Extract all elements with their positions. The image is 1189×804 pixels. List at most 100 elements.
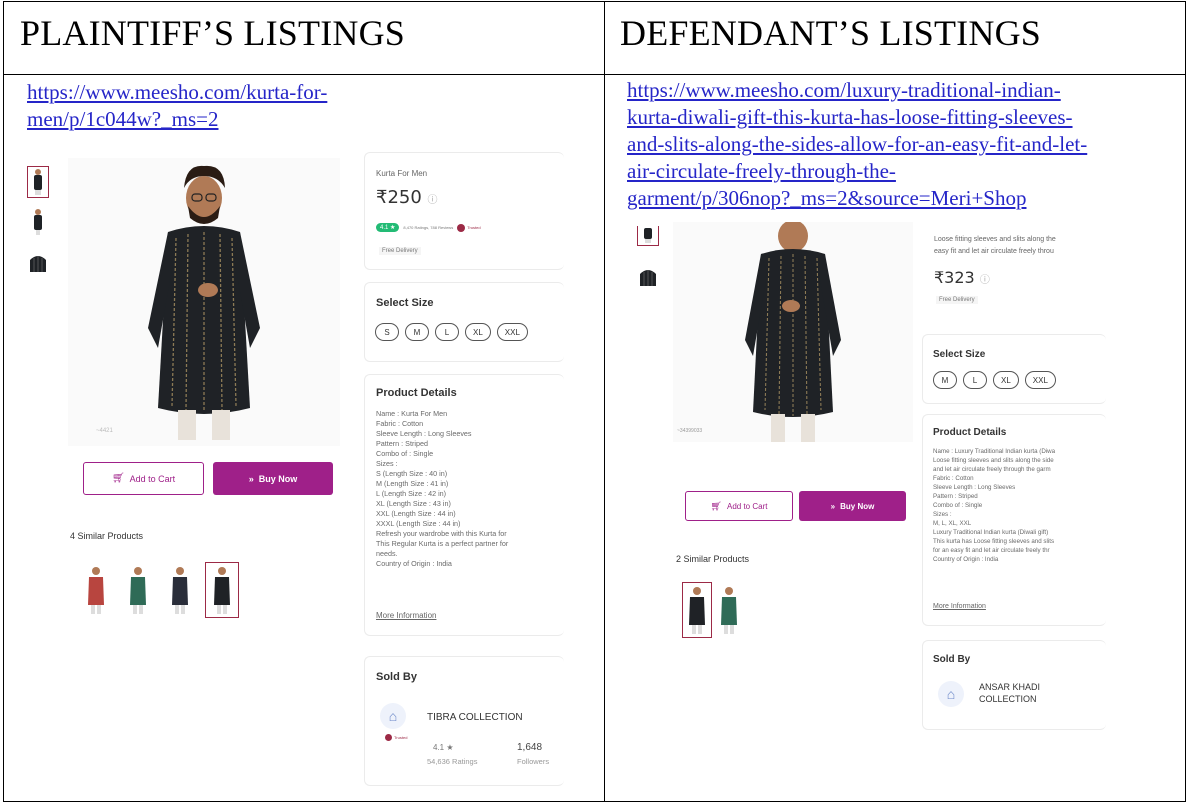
similar-product-green[interactable] <box>716 582 742 638</box>
image-caption: ~4421 <box>96 428 113 434</box>
add-to-cart-button[interactable]: 🛒︎ Add to Cart <box>685 491 793 521</box>
similar-product-red[interactable] <box>79 562 113 618</box>
info-icon: ⓘ <box>427 195 438 206</box>
trusted-label: Trusted <box>467 225 481 230</box>
more-information-link[interactable]: More Information <box>933 603 986 610</box>
defendant-details-card: Product Details Name : Luxury Traditiona… <box>922 414 1106 626</box>
product-details-title: Product Details <box>933 427 1007 438</box>
shield-icon <box>457 223 466 232</box>
similar-product-selected[interactable] <box>682 582 712 638</box>
detail-line: Loose fitting sleeves and slits along th… <box>933 457 1054 464</box>
rating-badge: 4.1 ★ <box>376 223 400 232</box>
size-xxl[interactable]: XXL <box>1024 371 1056 389</box>
ratings-reviews: 8,470 Ratings, 788 Reviews <box>403 225 454 230</box>
thumbnail-fabric[interactable] <box>637 260 659 292</box>
url-line[interactable]: men/p/1c044w?_ms=2 <box>27 106 327 133</box>
url-line[interactable]: https://www.meesho.com/kurta-for- <box>27 79 327 106</box>
more-information-link[interactable]: More Information <box>376 611 436 620</box>
detail-line: for an easy fit and let air circulate fr… <box>933 547 1050 554</box>
plaintiff-sold-by-card: Sold By ⌂ TIBRA COLLECTION Trusted 4.1 ★… <box>364 656 564 786</box>
product-details-text: Name : Luxury Traditional Indian kurta (… <box>933 447 1105 564</box>
plaintiff-size-card: Select Size S M L XL XXL <box>364 282 564 362</box>
defendant-listing-url[interactable]: https://www.meesho.com/luxury-traditiona… <box>627 77 1087 212</box>
shield-icon <box>385 734 392 741</box>
detail-line: Fabric : Cotton <box>933 475 974 482</box>
similar-products-list <box>682 582 742 638</box>
plaintiff-product-card: Kurta For Men ₹250 ⓘ 4.1 ★ 8,470 Ratings… <box>364 152 564 270</box>
thumbnail-front[interactable] <box>27 166 49 198</box>
size-options: M L XL XXL <box>933 371 1056 389</box>
select-size-title: Select Size <box>376 297 434 309</box>
desc-line: Loose fitting sleeves and slits along th… <box>934 236 1056 243</box>
table-header-divider <box>3 74 1186 75</box>
thumbnail-fabric[interactable] <box>27 246 49 278</box>
url-line[interactable]: air-circulate-freely-through-the- <box>627 158 1087 185</box>
detail-line: Pattern : Striped <box>376 439 428 448</box>
size-m[interactable]: M <box>933 371 957 389</box>
select-size-title: Select Size <box>933 349 986 360</box>
defendant-sold-by-card: Sold By ⌂ ANSAR KHADI COLLECTION <box>922 640 1106 730</box>
url-line[interactable]: and-slits-along-the-sides-allow-for-an-e… <box>627 131 1087 158</box>
kurta-closeup-icon <box>640 270 656 286</box>
size-l[interactable]: L <box>963 371 987 389</box>
detail-line: Refresh your wardrobe with this Kurta fo… <box>376 529 507 538</box>
detail-line: XXL (Length Size : 44 in) <box>376 509 456 518</box>
add-to-cart-label: Add to Cart <box>726 501 768 511</box>
price-value: ₹323 <box>934 268 975 287</box>
sold-by-title: Sold By <box>933 654 971 665</box>
detail-line: Luxury Traditional Indian kurta (Diwali … <box>933 529 1049 536</box>
detail-line: Sizes : <box>376 459 398 468</box>
detail-line: Name : Kurta For Men <box>376 409 448 418</box>
price-value: ₹250 <box>376 187 422 208</box>
url-line[interactable]: https://www.meesho.com/luxury-traditiona… <box>627 77 1087 104</box>
product-price: ₹250 ⓘ <box>376 187 438 208</box>
url-line[interactable]: garment/p/306nop?_ms=2&source=Meri+Shop <box>627 185 1087 212</box>
buy-now-button[interactable]: » Buy Now <box>799 491 906 521</box>
trusted-badge: Trusted <box>457 223 481 232</box>
defendant-size-card: Select Size M L XL XXL <box>922 334 1106 404</box>
buy-now-label: Buy Now <box>840 501 875 511</box>
detail-line: XL (Length Size : 43 in) <box>376 499 451 508</box>
sold-by-title: Sold By <box>376 671 417 683</box>
kurta-green-icon <box>721 587 737 634</box>
kurta-black-icon <box>214 567 230 614</box>
cart-icon: 🛒︎ <box>710 500 722 511</box>
kurta-thumb-icon <box>34 169 42 195</box>
detail-line: This kurta has Loose fitting sleeves and… <box>933 538 1055 545</box>
thumbnail-side[interactable] <box>27 206 49 238</box>
size-xl[interactable]: XL <box>465 323 491 341</box>
seller-name[interactable]: ANSAR KHADI COLLECTION <box>979 681 1040 705</box>
product-price: ₹323 ⓘ <box>934 268 990 287</box>
size-l[interactable]: L <box>435 323 459 341</box>
detail-line: XXXL (Length Size : 44 in) <box>376 519 461 528</box>
detail-line: This Regular Kurta is a perfect partner … <box>376 539 509 548</box>
buy-now-label: Buy Now <box>258 473 298 484</box>
similar-products-title: 4 Similar Products <box>70 531 144 541</box>
detail-line: Sizes : <box>933 511 952 518</box>
size-xxl[interactable]: XXL <box>496 323 528 341</box>
add-to-cart-label: Add to Cart <box>129 473 176 484</box>
detail-line: M (Length Size : 41 in) <box>376 479 449 488</box>
size-xl[interactable]: XL <box>993 371 1019 389</box>
plaintiff-listing-url[interactable]: https://www.meesho.com/kurta-for- men/p/… <box>27 79 327 133</box>
product-name: Kurta For Men <box>376 169 428 178</box>
size-m[interactable]: M <box>405 323 429 341</box>
defendant-product-card: Loose fitting sleeves and slits along th… <box>928 222 1106 320</box>
seller-name[interactable]: TIBRA COLLECTION <box>427 712 523 723</box>
defendant-thumbnail-list <box>637 226 659 292</box>
cart-icon: 🛒︎ <box>111 473 125 484</box>
seller-trusted-badge: Trusted <box>385 734 407 741</box>
similar-product-selected[interactable] <box>205 562 239 618</box>
thumbnail-front[interactable] <box>637 226 659 246</box>
detail-line: and let air circulate freely through the… <box>933 466 1051 473</box>
detail-line: L (Length Size : 42 in) <box>376 489 447 498</box>
buy-now-button[interactable]: » Buy Now <box>213 462 333 495</box>
double-chevron-icon: » <box>248 473 254 484</box>
similar-product-green[interactable] <box>121 562 155 618</box>
size-options: S M L XL XXL <box>375 323 528 341</box>
double-chevron-icon: » <box>830 501 836 511</box>
size-s[interactable]: S <box>375 323 399 341</box>
add-to-cart-button[interactable]: 🛒︎ Add to Cart <box>83 462 204 495</box>
url-line[interactable]: kurta-diwali-gift-this-kurta-has-loose-f… <box>627 104 1087 131</box>
similar-product-black[interactable] <box>163 562 197 618</box>
